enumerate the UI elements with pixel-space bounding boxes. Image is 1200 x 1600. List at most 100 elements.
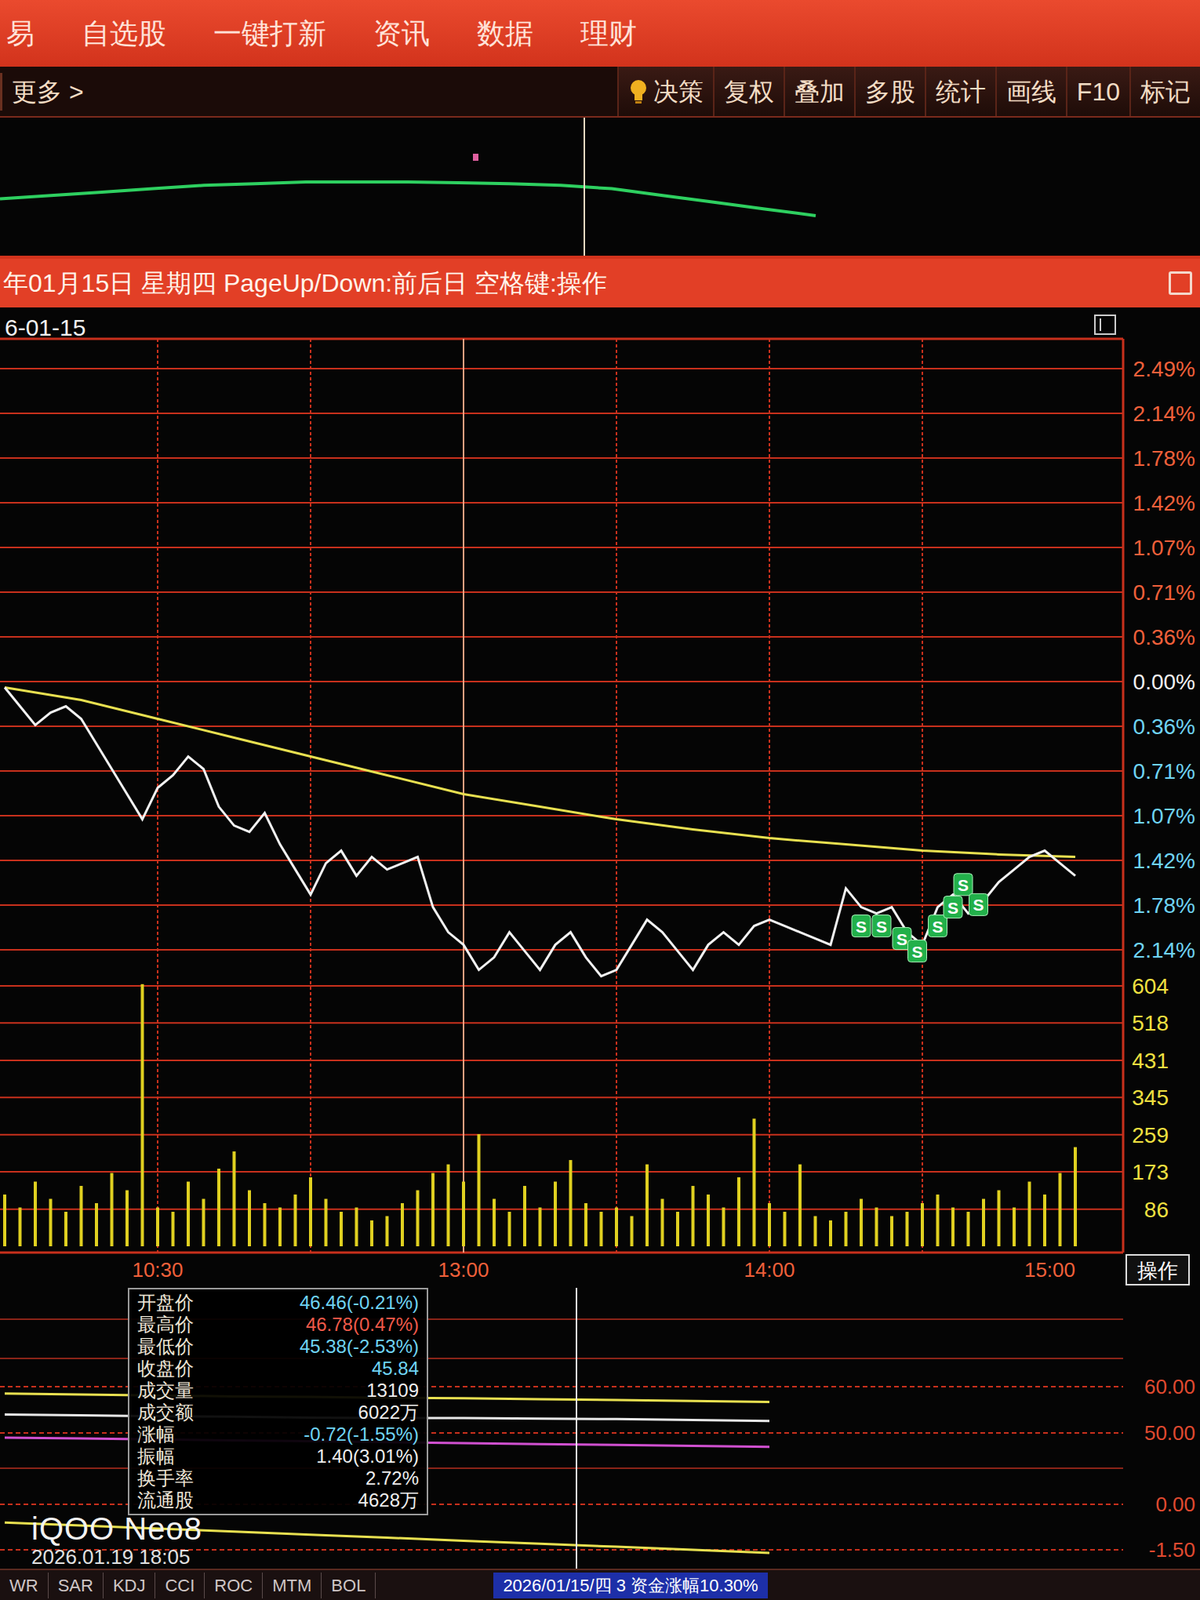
volume-bar — [706, 1194, 710, 1247]
sell-mark[interactable]: S — [851, 915, 871, 938]
maximize-icon[interactable] — [1168, 271, 1193, 295]
toolbar-button[interactable]: 标记 — [1129, 66, 1200, 117]
trading-window: 易 自选股 一键打新 资讯 数据 理财 更多 > 决策复权叠加多股统计画线F10标记 年0… — [0, 0, 1200, 1600]
time-tick: 14:00 — [743, 1258, 795, 1282]
volume-tick: 173 — [1131, 1160, 1169, 1185]
price-line — [4, 687, 1076, 977]
sell-mark[interactable]: S — [928, 915, 948, 938]
volume-bar — [661, 1199, 665, 1247]
time-tick: 13:00 — [437, 1258, 489, 1282]
toolbar-button[interactable]: 叠加 — [783, 66, 855, 117]
price-tick: 2.49% — [1133, 356, 1196, 382]
title-bar: 年01月15日 星期四 PageUp/Down:前后日 空格键:操作 — [0, 258, 1200, 308]
indicator-tab[interactable]: SAR — [48, 1572, 104, 1599]
info-panel: 开盘价46.46(-0.21%)最高价46.78(0.47%)最低价45.38(… — [127, 1287, 429, 1516]
volume-bar — [64, 1211, 68, 1247]
volume-bar — [3, 1194, 7, 1247]
sell-mark-label: S — [855, 917, 867, 936]
indicator-area: 60.0050.000.00-1.50 开盘价46.46(-0.21%)最高价4… — [0, 1287, 1200, 1569]
price-tick: 0.71% — [1133, 580, 1196, 605]
menu-item[interactable]: 资讯 — [373, 12, 430, 55]
volume-bar — [339, 1211, 343, 1247]
volume-bar — [767, 1203, 771, 1247]
menu-item[interactable]: 易 — [6, 12, 35, 55]
price-tick: 0.36% — [1133, 714, 1196, 739]
toolbar-button[interactable]: 复权 — [712, 66, 784, 117]
volume-bar — [614, 1207, 619, 1247]
watermark-time: 2026.01.19 18:05 — [31, 1545, 203, 1569]
volume-bar — [676, 1211, 680, 1247]
menu-item[interactable]: 一键打新 — [213, 12, 327, 55]
toolbar-button[interactable]: 画线 — [995, 66, 1066, 117]
index-chart — [0, 117, 1200, 256]
price-tick: 1.07% — [1133, 535, 1196, 560]
info-value: 45.84 — [371, 1357, 419, 1380]
volume-bar — [783, 1211, 787, 1247]
volume-bar — [1073, 1147, 1077, 1247]
volume-tick: 604 — [1131, 974, 1169, 999]
index-strip — [0, 117, 1200, 259]
info-label: 收盘价 — [137, 1357, 194, 1380]
volume-bar — [967, 1211, 971, 1247]
toolbar-button[interactable]: 决策 — [617, 66, 713, 117]
toolbar-button[interactable]: F10 — [1065, 66, 1130, 117]
volume-bar — [324, 1199, 328, 1247]
price-tick: 0.00% — [1133, 669, 1196, 695]
sell-mark[interactable]: S — [943, 896, 963, 919]
sell-mark-label: S — [957, 876, 969, 895]
indicator-tick: 0.00 — [1155, 1492, 1196, 1517]
index-line — [0, 181, 816, 216]
info-label: 流通股 — [137, 1489, 194, 1512]
volume-bar — [431, 1173, 435, 1247]
volume-bar — [600, 1211, 604, 1247]
volume-bar — [33, 1181, 37, 1247]
volume-bar — [844, 1211, 848, 1247]
volume-bar — [156, 1207, 160, 1247]
info-label: 开盘价 — [137, 1291, 194, 1314]
volume-bar — [247, 1190, 251, 1247]
panel-toggle-icon[interactable] — [1094, 315, 1116, 335]
indicator-tab[interactable]: MTM — [262, 1572, 322, 1599]
volume-bar — [110, 1173, 114, 1247]
indicator-tab[interactable]: WR — [0, 1572, 49, 1599]
indicator-tab[interactable]: BOL — [321, 1572, 376, 1599]
more-link[interactable]: 更多 > — [0, 72, 94, 111]
info-value: 1.40(3.01%) — [316, 1445, 419, 1468]
volume-bar — [477, 1134, 481, 1247]
menu-item[interactable]: 自选股 — [81, 12, 167, 55]
volume-bar — [814, 1216, 818, 1247]
average-line — [4, 687, 1076, 858]
indicator-tab[interactable]: ROC — [204, 1572, 263, 1599]
volume-bar — [645, 1164, 649, 1247]
sell-mark[interactable]: S — [872, 915, 891, 938]
info-value: 13109 — [366, 1379, 419, 1402]
volume-bar — [523, 1185, 527, 1247]
crosshair-line — [583, 117, 586, 256]
info-label: 成交量 — [137, 1379, 194, 1402]
indicator-tick: -1.50 — [1149, 1538, 1196, 1562]
price-tick: 1.42% — [1133, 490, 1196, 516]
sell-mark[interactable]: S — [953, 873, 973, 896]
volume-bar — [416, 1190, 420, 1247]
volume-bar — [278, 1207, 282, 1247]
menu-item[interactable]: 数据 — [476, 12, 534, 55]
crosshair-line — [575, 1287, 578, 1569]
sell-mark[interactable]: S — [908, 940, 928, 963]
toolbar-button[interactable]: 统计 — [924, 66, 996, 117]
volume-bar — [1012, 1207, 1016, 1247]
toolbar-button-label: 决策 — [653, 72, 704, 111]
toolbar-button[interactable]: 多股 — [854, 66, 925, 117]
volume-bar — [553, 1181, 557, 1247]
indicator-tab[interactable]: CCI — [155, 1572, 205, 1599]
info-label: 振幅 — [137, 1445, 175, 1468]
menu-item[interactable]: 理财 — [580, 12, 637, 55]
indicator-tab[interactable]: KDJ — [103, 1572, 157, 1599]
volume-bar — [18, 1207, 22, 1247]
volume-bar — [875, 1207, 879, 1247]
sell-mark[interactable]: S — [969, 893, 989, 916]
info-row: 振幅 1.40(3.01%) — [137, 1445, 419, 1468]
price-tick: 1.07% — [1133, 803, 1196, 829]
info-row: 最低价45.38(-2.53%) — [137, 1335, 419, 1358]
volume-tick: 86 — [1144, 1197, 1169, 1222]
action-button[interactable]: 操作 — [1126, 1254, 1190, 1285]
